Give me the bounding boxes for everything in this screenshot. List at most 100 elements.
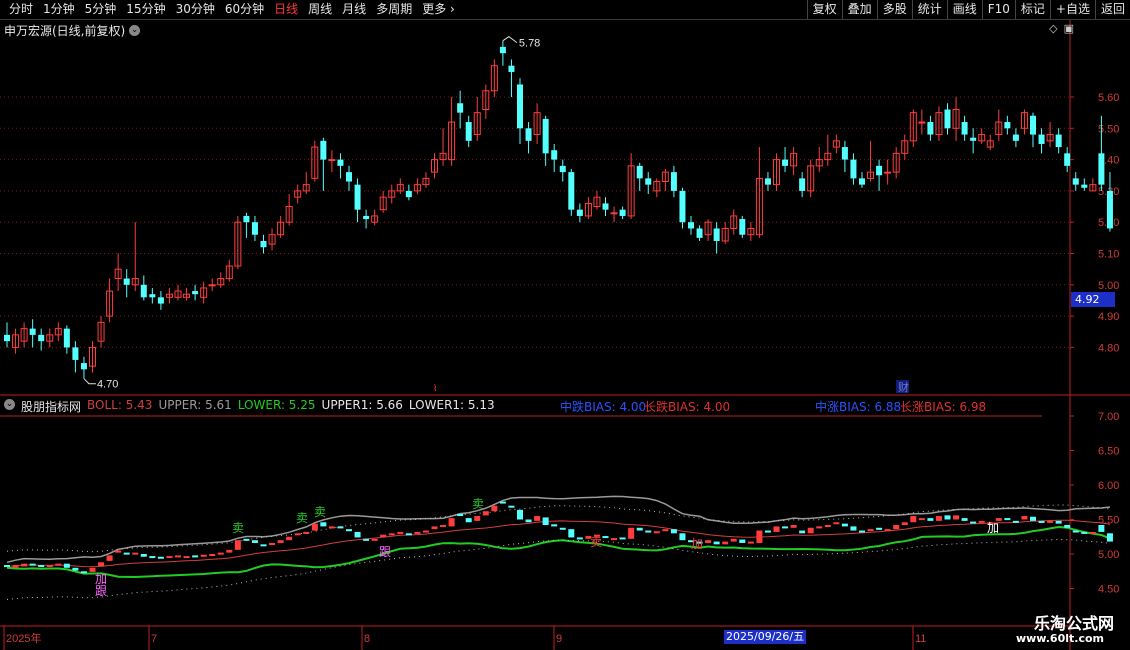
candle-body-down [251, 222, 258, 235]
candle-body-down [602, 203, 609, 210]
stock-title: 申万宏源(日线,前复权) [4, 24, 126, 38]
indicator-axis-label: 4.50 [1098, 584, 1119, 596]
window-toggle-icon[interactable]: ▣ [1064, 22, 1074, 35]
indicator-candle [1106, 533, 1113, 542]
indicator-candle [243, 538, 250, 541]
indicator-candle [1064, 525, 1071, 528]
indicator-candle [474, 516, 481, 521]
indicator-candle [234, 540, 241, 550]
indicator-candle [328, 526, 335, 529]
chevron-down-icon[interactable]: ⌄ [4, 399, 15, 410]
candle-body-down [859, 178, 865, 185]
indicator-candle [670, 529, 677, 534]
long-fall-bias: 长跌BIAS: 4.00 [644, 400, 731, 414]
indicator-candle [21, 563, 28, 567]
indicator-candle [1030, 516, 1036, 521]
indicator-candle [764, 530, 771, 533]
candle-body-down [157, 297, 164, 304]
indicator-candle [499, 501, 506, 504]
candle-body-down [876, 165, 883, 176]
indicator-candle [337, 526, 344, 529]
event-marker-bg [896, 380, 909, 393]
date-axis-label: 9 [556, 633, 562, 645]
selected-date-label: 2025/09/26/五 [724, 630, 807, 644]
indicator-candle [192, 555, 199, 558]
candle-body-down [508, 65, 515, 72]
indicator-candle [209, 554, 216, 556]
candle-body-down [559, 165, 566, 173]
candle-body-down [1098, 153, 1105, 185]
indicator-candle [508, 505, 515, 508]
candle-body-down [1038, 134, 1045, 144]
indicator-candle [4, 565, 10, 568]
indicator-candle [414, 531, 421, 534]
candle-body-down [551, 150, 558, 160]
boll-value: BOLL: 5.43 [87, 398, 153, 412]
indicator-candle [98, 562, 105, 567]
indicator-candle [910, 516, 917, 523]
signal-label: 卖 [590, 535, 602, 549]
indicator-candle [628, 527, 635, 539]
indicator-candle [1055, 520, 1062, 524]
candle-body-down [961, 122, 968, 135]
upper-band-line [6, 495, 1111, 564]
candle-body-down [346, 172, 352, 182]
indicator-candle [1072, 530, 1079, 533]
indicator-candle [645, 530, 652, 533]
candle-body-down [764, 178, 771, 185]
candle-body-up [884, 171, 892, 174]
indicator-candle [55, 563, 62, 566]
indicator-candle [1012, 520, 1019, 523]
indicator-candle [1021, 516, 1028, 520]
indicator-candle [363, 538, 370, 541]
indicator-candle [859, 530, 865, 533]
candle-body-down [944, 109, 951, 129]
lower1-dotted-line [6, 538, 1111, 600]
indicator-header: ⌄ 股朋指标网 BOLL: 5.43 UPPER: 5.61 LOWER: 5.… [4, 398, 495, 415]
indicator-name[interactable]: 股朋指标网 [21, 398, 81, 415]
candle-body-down [688, 222, 694, 229]
upper-value: UPPER: 5.61 [158, 398, 232, 412]
candle-body-down [525, 128, 532, 141]
chart-canvas[interactable]: 5.605.505.405.305.205.105.004.904.805.78… [0, 0, 1130, 650]
signal-label: 卖 [314, 505, 326, 519]
date-axis-label: 7 [151, 633, 157, 645]
indicator-candle [132, 552, 139, 555]
indicator-candle [790, 525, 797, 528]
indicator-candle [551, 524, 558, 527]
indicator-candle [38, 565, 45, 568]
indicator-candle [80, 571, 87, 574]
indicator-candle [935, 516, 942, 521]
indicator-candle [730, 538, 737, 542]
low-pointer [83, 378, 96, 385]
indicator-candle [901, 522, 908, 526]
indicator-candle [611, 538, 618, 541]
candle-body-down [542, 118, 549, 154]
indicator-candle [559, 527, 566, 530]
candle-body-down [499, 46, 506, 54]
indicator-candle [269, 542, 276, 546]
indicator-candle [294, 533, 301, 536]
indicator-candle [653, 531, 660, 534]
indicator-candle [448, 518, 455, 527]
indicator-candle [970, 521, 977, 524]
indicator-candle [807, 527, 814, 534]
indicator-candle [397, 531, 404, 534]
candle-body-down [576, 209, 583, 216]
indicator-candle [824, 525, 831, 528]
signal-label: 卖 [472, 497, 484, 511]
indicator-candle [782, 526, 789, 529]
candle-body-down [696, 228, 703, 238]
indicator-candle [303, 531, 310, 534]
candle-body-down [140, 284, 147, 298]
indicator-candle [457, 513, 464, 517]
indicator-candle [29, 563, 36, 566]
candle-body-down [799, 178, 806, 191]
diamond-icon[interactable]: ◇ [1049, 22, 1057, 35]
indicator-candle [841, 523, 848, 527]
indicator-candle [482, 511, 489, 516]
chevron-down-icon[interactable]: ⌄ [129, 25, 141, 36]
high-price-annotation: 5.78 [519, 38, 540, 50]
candle-body-down [679, 190, 686, 223]
candle-body-down [149, 294, 156, 298]
